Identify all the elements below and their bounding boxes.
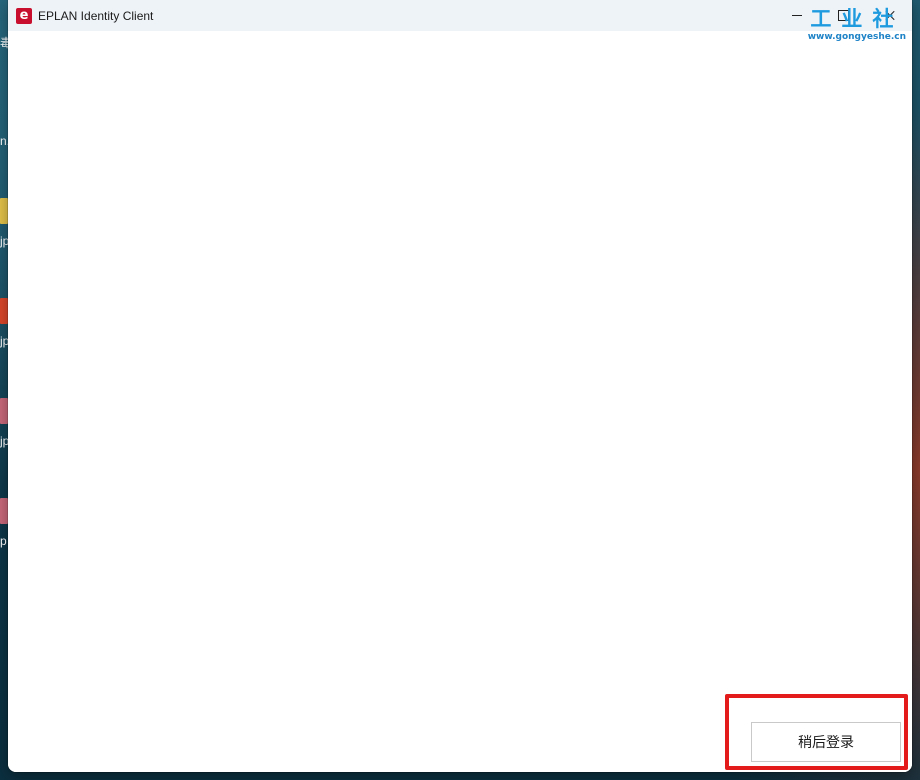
eplan-app-icon: e <box>16 7 32 24</box>
login-later-button[interactable]: 稍后登录 <box>751 722 901 762</box>
login-later-label: 稍后登录 <box>798 734 854 750</box>
window-content: 稍后登录 <box>8 31 912 772</box>
minimize-icon <box>792 15 802 16</box>
desktop-icon <box>0 198 8 224</box>
watermark-logo: 工业社 www.gongyeshe.cn <box>808 8 906 42</box>
identity-client-window: e EPLAN Identity Client 稍后登录 <box>8 0 912 772</box>
app-icon-letter: e <box>19 8 29 23</box>
watermark-text: 工业社 <box>810 7 904 31</box>
watermark-url: www.gongyeshe.cn <box>807 32 906 42</box>
desktop-icon <box>0 398 8 424</box>
desktop-icon <box>0 498 8 524</box>
title-bar[interactable]: e EPLAN Identity Client <box>8 0 912 31</box>
desktop-icon-label: p <box>0 534 7 548</box>
desktop-icon <box>0 298 8 324</box>
window-title: EPLAN Identity Client <box>38 8 154 23</box>
